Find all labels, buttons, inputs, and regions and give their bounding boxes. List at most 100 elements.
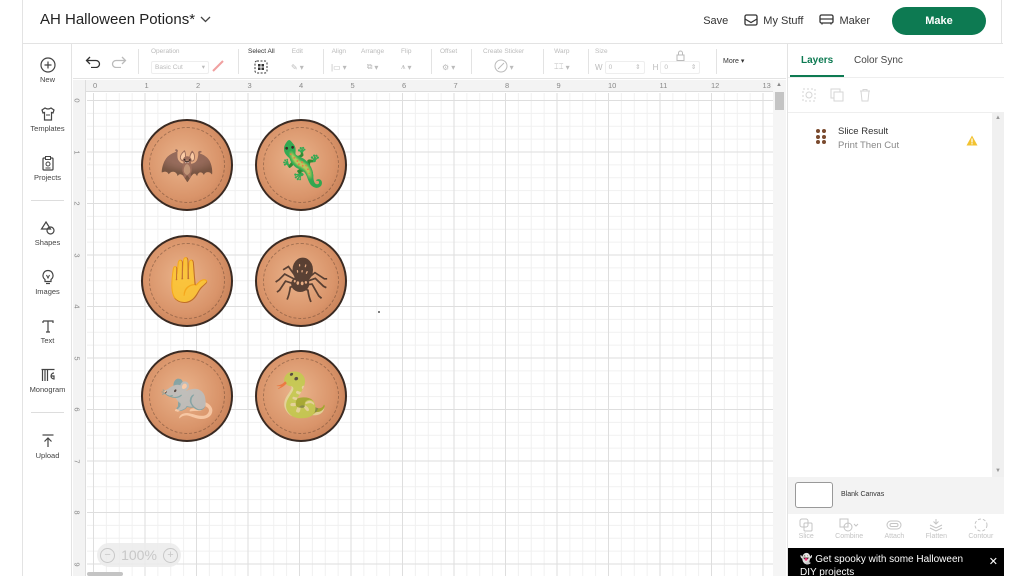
more-label: More (723, 58, 739, 65)
promo-banner[interactable]: 👻 Get spooky with some Halloween DIY pro… (788, 548, 1004, 576)
zoom-control: − 100% + (97, 543, 181, 567)
group-icon[interactable] (802, 88, 816, 107)
plus-circle-icon (39, 57, 56, 73)
layer-item[interactable]: Slice Result Print Then Cut (788, 121, 992, 153)
align-button[interactable]: Align |▭ ▾ (331, 48, 347, 75)
select-all-button[interactable]: Select All (248, 48, 275, 75)
design-canvas[interactable]: 0 1 2 3 4 5 6 7 8 9 10 11 12 13 0123456789 🦇 🦎 ✋ 🕷 🐀 … (73, 80, 786, 576)
sidebar-item-new[interactable]: New (23, 57, 72, 84)
undo-button[interactable] (85, 55, 101, 73)
flip-button[interactable]: Flip ⩚ ▾ (401, 48, 412, 75)
sidebar-item-upload[interactable]: Upload (23, 433, 72, 460)
project-title-dropdown[interactable]: AH Halloween Potions* (40, 11, 211, 28)
slice-button[interactable]: Slice (799, 514, 814, 548)
combine-label: Combine (835, 533, 864, 540)
monogram-icon (40, 367, 56, 383)
spider-coin-image[interactable]: 🕷 (255, 235, 347, 327)
my-stuff-button[interactable]: My Stuff (744, 13, 804, 29)
lizard-coin-image[interactable]: 🦎 (255, 119, 347, 211)
caret-down-icon: ▾ (451, 62, 456, 72)
combine-button[interactable]: Combine (835, 514, 863, 548)
sidebar-item-monogram[interactable]: Monogram (23, 367, 72, 394)
layers-scrollbar[interactable]: ▲ ▼ (992, 112, 1004, 477)
maker-label: Maker (839, 15, 870, 27)
flip-icon: ⩚ (401, 62, 406, 71)
canvas-vertical-scrollbar[interactable]: ▲ (773, 80, 786, 576)
scroll-down-icon[interactable]: ▼ (995, 468, 1001, 474)
warp-label: Warp (554, 48, 570, 55)
undo-icon (85, 56, 101, 69)
width-input[interactable]: 0 ⇕ (604, 60, 645, 74)
sidebar-item-shapes[interactable]: Shapes (23, 220, 72, 247)
redo-icon (111, 56, 127, 69)
ruler-y-label: 1 (73, 149, 82, 155)
ruler-x-label: 8 (505, 81, 510, 90)
create-sticker-label: Create Sticker (483, 48, 525, 55)
sidebar-item-text[interactable]: Text (23, 318, 72, 345)
close-icon[interactable]: ✕ (989, 556, 998, 569)
align-icon: |▭ (331, 62, 341, 72)
active-tab-indicator (790, 75, 844, 77)
combine-icon (839, 517, 859, 533)
blank-canvas-swatch[interactable] (795, 482, 833, 508)
duplicate-icon[interactable] (830, 88, 844, 107)
ruler-x-label: 10 (608, 81, 617, 90)
claw-coin-image[interactable]: ✋ (141, 235, 233, 327)
pen-color-icon[interactable] (211, 59, 225, 75)
toolbar-divider (138, 49, 139, 74)
ruler-y-label: 2 (73, 201, 82, 206)
flatten-button[interactable]: Flatten (926, 514, 947, 548)
bat-coin-image[interactable]: 🦇 (141, 119, 233, 211)
promo-text: Get spooky with some Halloween DIY proje… (800, 554, 964, 576)
shapes-icon (39, 220, 56, 236)
save-button[interactable]: Save (703, 15, 728, 27)
edit-button[interactable]: Edit ✎ ▾ (291, 48, 304, 75)
arrange-icon: ⧉ (366, 62, 373, 71)
snake-coin-image[interactable]: 🐍 (255, 350, 347, 442)
ruler-x-label: 3 (247, 81, 252, 90)
arrange-button[interactable]: Arrange ⧉ ▾ (361, 48, 384, 75)
create-sticker-button[interactable]: Create Sticker ▾ (483, 48, 524, 75)
sidebar-item-projects[interactable]: Projects (23, 155, 72, 182)
zoom-out-button[interactable]: − (100, 547, 116, 563)
slice-icon (799, 517, 813, 533)
lock-icon[interactable] (676, 48, 685, 66)
make-button[interactable]: Make (892, 7, 986, 35)
more-button[interactable]: More ▾ (723, 57, 744, 65)
sidebar-item-templates[interactable]: Templates (23, 106, 72, 133)
toolbar-divider (471, 49, 472, 74)
toolbar-divider (323, 49, 324, 74)
warp-button[interactable]: Warp ⌶⌶ ▾ (554, 48, 570, 75)
layer-name: Slice Result (838, 126, 889, 137)
ruler-x-label: 7 (453, 81, 458, 90)
warning-icon[interactable] (966, 133, 978, 151)
maker-button[interactable]: Maker (819, 14, 870, 28)
zoom-in-button[interactable]: + (162, 547, 178, 563)
ruler-x-label: 6 (402, 81, 407, 90)
tab-layers[interactable]: Layers (801, 55, 833, 66)
sidebar-item-images[interactable]: Images (23, 269, 72, 296)
edit-toolbar: Operation Basic Cut ▾ Select All Edit ✎ ▾… (73, 44, 786, 79)
redo-button[interactable] (111, 55, 127, 73)
size-label: Size (595, 48, 608, 55)
scroll-up-icon[interactable]: ▲ (776, 82, 782, 88)
scroll-thumb[interactable] (775, 92, 784, 110)
rat-coin-image[interactable]: 🐀 (141, 350, 233, 442)
scroll-up-icon[interactable]: ▲ (995, 115, 1001, 121)
ruler-x-label: 0 (93, 81, 98, 90)
caret-down-icon: ▾ (509, 62, 514, 72)
operation-select[interactable]: Basic Cut ▾ (151, 60, 209, 74)
flatten-label: Flatten (925, 533, 948, 540)
attach-button[interactable]: Attach (884, 514, 904, 548)
claw-icon: ✋ (159, 256, 215, 305)
offset-button[interactable]: Offset ⚙ ▾ (440, 48, 457, 75)
layer-list: Slice Result Print Then Cut (788, 112, 992, 477)
canvas-horizontal-scrollbar[interactable] (87, 572, 123, 576)
contour-button[interactable]: Contour (968, 514, 993, 548)
my-stuff-label: My Stuff (763, 15, 804, 27)
ruler-y-label: 8 (73, 510, 82, 515)
delete-icon[interactable] (858, 88, 872, 107)
tab-color-sync[interactable]: Color Sync (854, 55, 903, 66)
operation-group: Operation Basic Cut ▾ (151, 48, 225, 75)
offset-label: Offset (440, 48, 458, 55)
